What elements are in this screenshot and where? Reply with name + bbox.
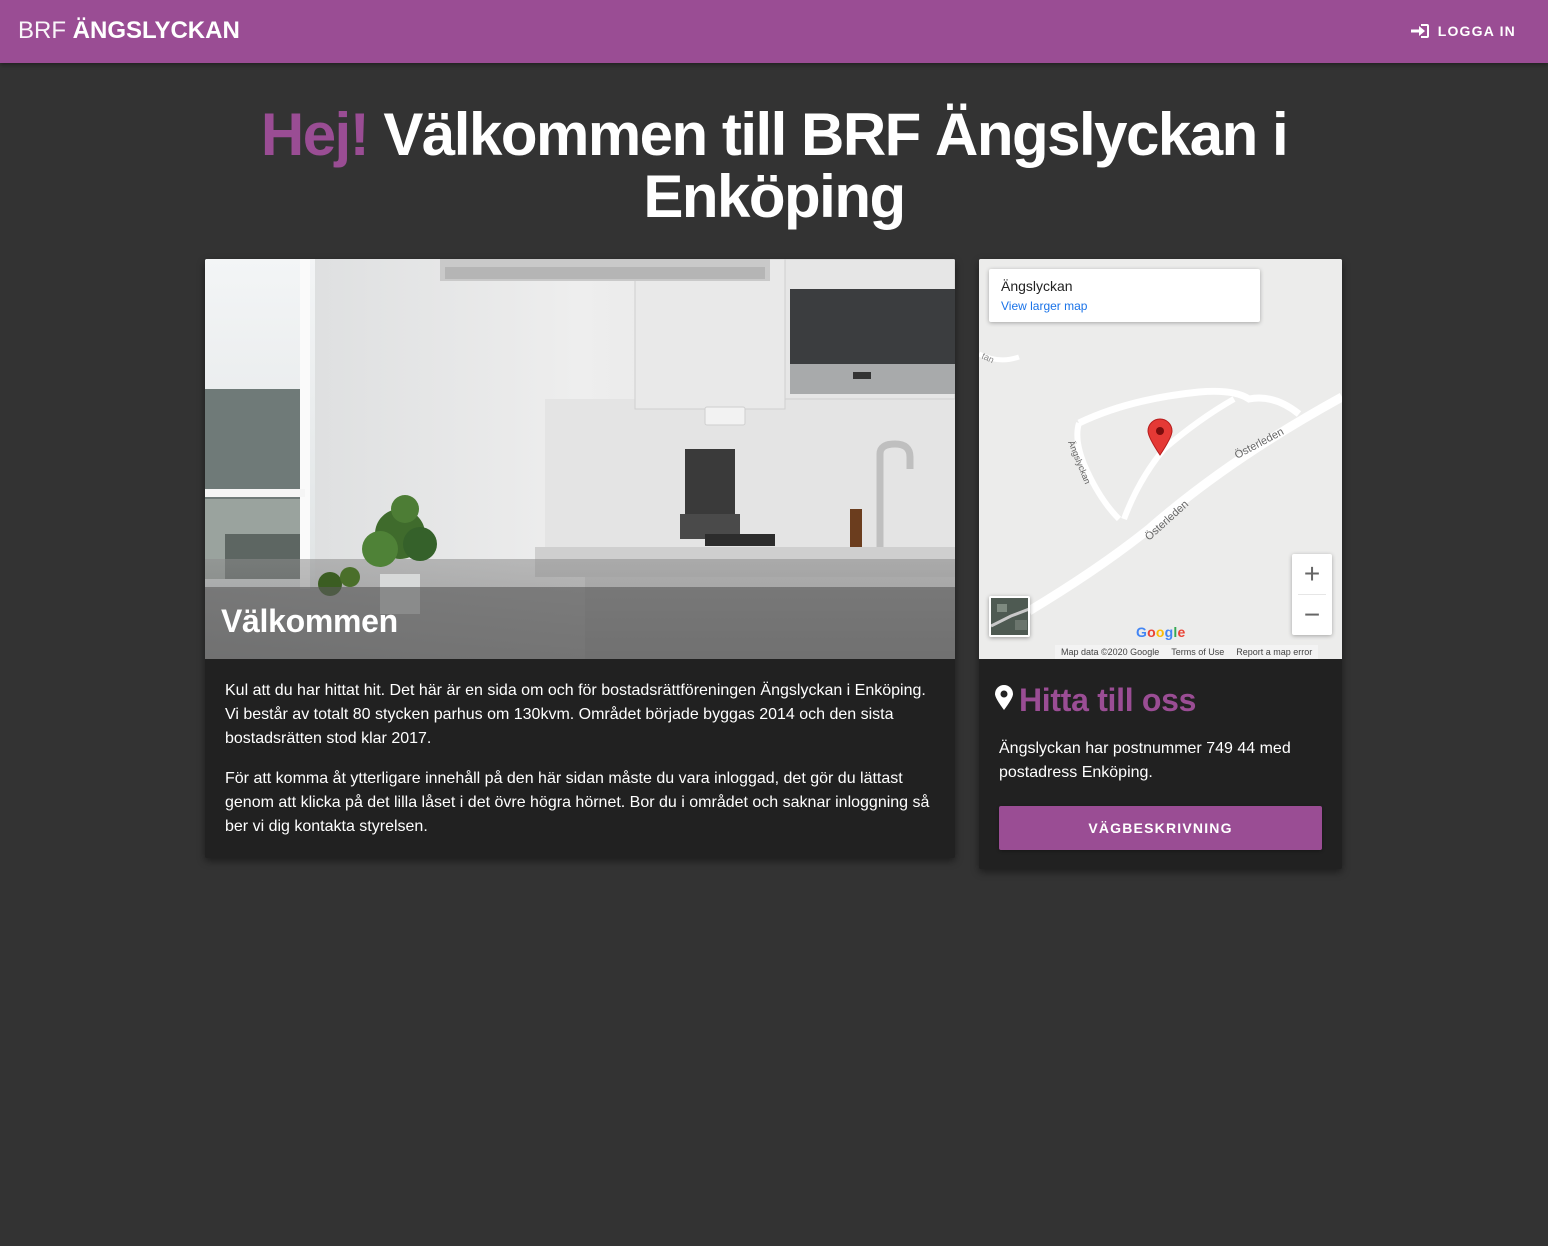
photo-caption-bar: Välkommen (205, 587, 955, 659)
welcome-paragraph-1: Kul att du har hittat hit. Det här är en… (225, 682, 926, 747)
brand-logo[interactable]: BRF ÄNGSLYCKAN (18, 17, 240, 45)
map-zoom-controls: + − (1292, 554, 1332, 635)
directions-button[interactable]: VÄGBESKRIVNING (999, 806, 1322, 850)
find-us-card: Österleden Österleden Ängslyckan tan Äng… (979, 259, 1342, 869)
satellite-toggle[interactable] (989, 596, 1030, 637)
zoom-out-button[interactable]: − (1292, 595, 1332, 635)
find-us-heading: Hitta till oss (995, 682, 1196, 719)
map-attribution: Map data ©2020 Google Terms of Use Repor… (1055, 645, 1319, 659)
login-label: LOGGA IN (1437, 23, 1516, 39)
map-info-box: Ängslyckan View larger map (989, 269, 1260, 322)
report-map-error-link[interactable]: Report a map error (1236, 645, 1312, 659)
brand-prefix: BRF (18, 17, 66, 44)
welcome-text: Kul att du har hittat hit. Det här är en… (225, 679, 937, 855)
page-title-greeting: Hej! (260, 101, 370, 168)
welcome-card: Välkommen Kul att du har hittat hit. Det… (205, 259, 955, 858)
photo-caption: Välkommen (221, 603, 398, 639)
map-marker-icon (995, 685, 1013, 716)
address-text: Ängslyckan har postnummer 749 44 med pos… (999, 740, 1291, 781)
page-title: Hej! Välkommen till BRF Ängslyckan i Enk… (200, 104, 1348, 228)
brand-name: ÄNGSLYCKAN (72, 17, 240, 44)
map-place-name: Ängslyckan (1001, 278, 1073, 294)
zoom-in-button[interactable]: + (1292, 554, 1332, 594)
map-data-credit: Map data ©2020 Google (1061, 647, 1160, 657)
sign-in-icon (1410, 23, 1430, 39)
page-title-text: Välkommen till BRF Ängslyckan i Enköping (383, 101, 1288, 230)
welcome-paragraph-2: För att komma åt ytterligare innehåll på… (225, 770, 930, 835)
google-map[interactable]: Österleden Österleden Ängslyckan tan Äng… (979, 259, 1342, 659)
terms-of-use-link[interactable]: Terms of Use (1171, 645, 1224, 659)
view-larger-map-link[interactable]: View larger map (1001, 299, 1087, 313)
google-logo: Google (1136, 624, 1186, 640)
top-navbar: BRF ÄNGSLYCKAN LOGGA IN (0, 0, 1548, 63)
find-us-title: Hitta till oss (1019, 682, 1197, 718)
login-button[interactable]: LOGGA IN (1400, 14, 1526, 48)
